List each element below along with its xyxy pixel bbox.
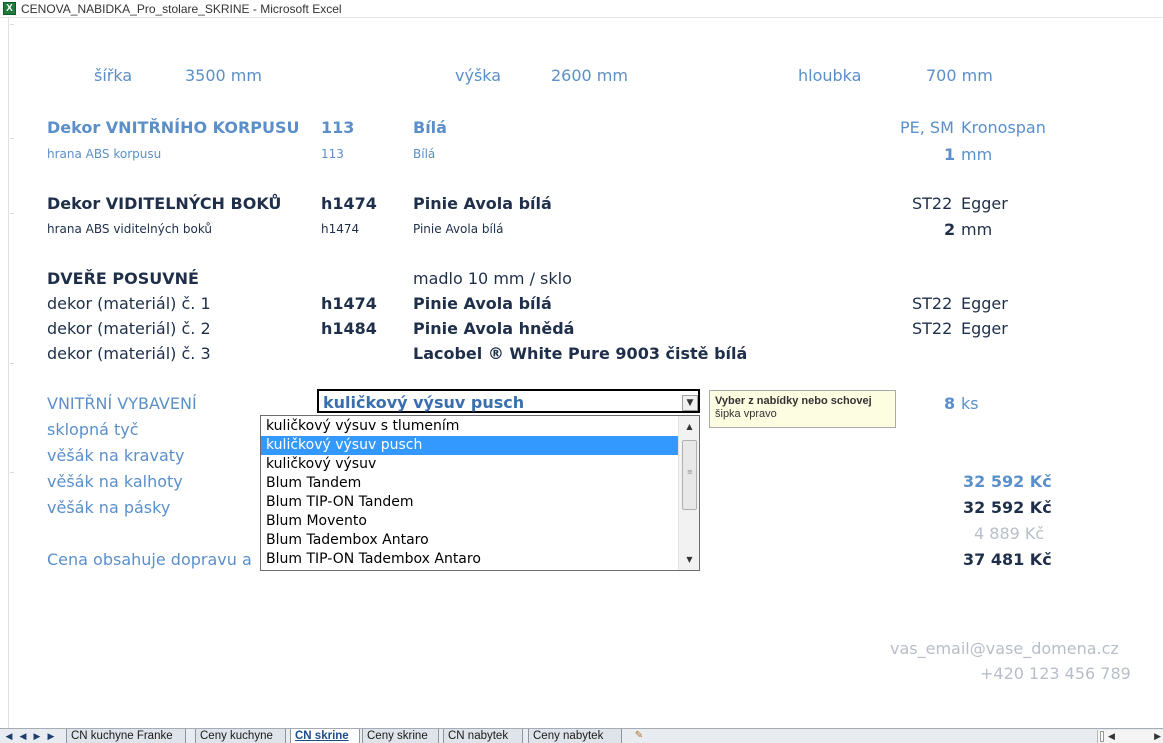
scroll-up-icon[interactable]: ▲ (681, 418, 698, 435)
vybaveni-item-4: věšák na pásky (47, 498, 171, 517)
dvere-row-1-maker: Egger (961, 294, 1008, 313)
korpus-maker: Kronospan (961, 118, 1046, 137)
dropdown-option-selected[interactable]: kuličkový výsuv pusch (261, 436, 678, 455)
depth-value[interactable]: 700 mm (926, 66, 993, 85)
dropdown-scrollbar[interactable]: ▲ ≡ ▼ (678, 416, 699, 570)
title-bar: X CENOVA_NABIDKA_Pro_stolare_SKRINE - Mi… (0, 0, 1163, 18)
vybaveni-item-3: věšák na kalhoty (47, 472, 183, 491)
row-divider (10, 138, 14, 139)
scroll-thumb[interactable]: ≡ (682, 440, 697, 510)
row-divider (10, 24, 14, 25)
tab-ceny-kuchyne[interactable]: Ceny kuchyne (195, 729, 286, 743)
boky-code[interactable]: h1474 (321, 194, 377, 213)
grip-icon: ≡ (687, 468, 693, 476)
first-sheet-icon[interactable]: ◀ (3, 729, 15, 743)
dvere-row-1-type: ST22 (912, 294, 953, 313)
price-3: 4 889 Kč (974, 524, 1045, 543)
dvere-row-3-label: dekor (materiál) č. 3 (47, 344, 211, 363)
boky-edge-unit: mm (961, 220, 993, 239)
dropdown-option[interactable]: Blum TIP-ON Tadembox Antaro (261, 550, 678, 569)
price-2: 32 592 Kč (963, 498, 1052, 517)
sheet-tab-bar: ◀ ◀ ▶ ▶ CN kuchyne Franke Ceny kuchyne C… (0, 728, 1163, 743)
dropdown-option[interactable]: Blum Movento (261, 512, 678, 531)
width-value[interactable]: 3500 mm (185, 66, 262, 85)
dropdown-option[interactable]: Blum TIP-ON Tandem (261, 493, 678, 512)
dvere-row-1-code[interactable]: h1474 (321, 294, 377, 313)
korpus-edge-thickness[interactable]: 1 (944, 145, 955, 164)
dvere-row-3-name: Lacobel ® White Pure 9003 čistě bílá (413, 344, 748, 363)
korpus-label: Dekor VNITŘNÍHO KORPUSU (47, 118, 300, 137)
height-label: výška (455, 66, 502, 85)
row-divider (10, 363, 14, 364)
dvere-row-2-maker: Egger (961, 319, 1008, 338)
vybaveni-item-1: sklopná tyč (47, 420, 139, 439)
horizontal-scrollbar[interactable]: ◀ ▶ (1097, 730, 1163, 743)
scroll-down-icon[interactable]: ▼ (681, 551, 698, 568)
dropdown-arrow-button[interactable]: ▼ (682, 395, 698, 411)
tab-cn-kuchyne-franke[interactable]: CN kuchyne Franke (66, 729, 186, 743)
price-1: 32 592 Kč (963, 472, 1052, 491)
dvere-row-2-code[interactable]: h1484 (321, 319, 377, 338)
input-message-tooltip: Vyber z nabídky nebo schovej šipka vprav… (709, 390, 896, 428)
boky-label: Dekor VIDITELNÝCH BOKŮ (47, 194, 282, 213)
height-value[interactable]: 2600 mm (551, 66, 628, 85)
equipment-select[interactable]: kuličkový výsuv pusch ▼ (317, 389, 700, 413)
width-label: šířka (94, 66, 133, 85)
contact-phone: +420 123 456 789 (980, 664, 1131, 683)
boky-maker: Egger (961, 194, 1008, 213)
dvere-row-2-name: Pinie Avola hnědá (413, 319, 575, 338)
row-divider (10, 472, 14, 473)
insert-sheet-icon[interactable]: ✎ (632, 730, 646, 742)
tooltip-text: šipka vpravo (715, 408, 777, 420)
dropdown-option[interactable]: Blum Tadembox Antaro (261, 531, 678, 550)
last-sheet-icon[interactable]: ▶ (45, 729, 57, 743)
vybaveni-qty-unit: ks (961, 394, 979, 413)
window-title: CENOVA_NABIDKA_Pro_stolare_SKRINE - Micr… (21, 2, 342, 16)
split-handle[interactable] (1100, 731, 1104, 742)
tab-ceny-nabytek[interactable]: Ceny nabytek (528, 729, 622, 743)
tab-cn-skrine[interactable]: CN skrine (290, 729, 360, 743)
price-total: 37 481 Kč (963, 550, 1052, 569)
korpus-type: PE, SM (900, 118, 954, 137)
next-sheet-icon[interactable]: ▶ (31, 729, 43, 743)
scroll-left-icon[interactable]: ◀ (1108, 730, 1115, 743)
boky-edge-code: h1474 (321, 222, 360, 236)
vybaveni-item-2: věšák na kravaty (47, 446, 185, 465)
tab-ceny-skrine[interactable]: Ceny skrine (362, 729, 439, 743)
row-divider (10, 213, 14, 214)
depth-label: hloubka (798, 66, 862, 85)
boky-edge-label: hrana ABS viditelných boků (47, 222, 213, 236)
dvere-label: DVEŘE POSUVNÉ (47, 269, 199, 288)
equipment-dropdown-list[interactable]: kuličkový výsuv s tlumením kuličkový výs… (260, 415, 700, 571)
tab-cn-nabytek[interactable]: CN nabytek (443, 729, 523, 743)
korpus-name: Bílá (413, 118, 447, 137)
dvere-row-1-label: dekor (materiál) č. 1 (47, 294, 211, 313)
vybaveni-qty[interactable]: 8 (944, 394, 955, 413)
boky-edge-thickness[interactable]: 2 (944, 220, 955, 239)
price-note: Cena obsahuje dopravu a (47, 550, 252, 569)
korpus-edge-unit: mm (961, 145, 993, 164)
boky-edge-name: Pinie Avola bílá (413, 222, 504, 236)
dvere-row-2-type: ST22 (912, 319, 953, 338)
korpus-edge-code: 113 (321, 147, 344, 161)
prev-sheet-icon[interactable]: ◀ (17, 729, 29, 743)
contact-email: vas_email@vase_domena.cz (890, 639, 1119, 658)
scroll-right-icon[interactable]: ▶ (1154, 730, 1161, 743)
tooltip-title: Vyber z nabídky nebo schovej (715, 395, 872, 407)
dropdown-option[interactable]: kuličkový výsuv s tlumením (261, 417, 678, 436)
vybaveni-label: VNITŘNÍ VYBAVENÍ (47, 394, 197, 413)
korpus-edge-name: Bílá (413, 147, 436, 161)
excel-app-icon: X (3, 2, 16, 15)
equipment-select-value: kuličkový výsuv pusch (323, 393, 525, 412)
dropdown-option[interactable]: kuličkový výsuv (261, 455, 678, 474)
dvere-row-1-name: Pinie Avola bílá (413, 294, 552, 313)
boky-name: Pinie Avola bílá (413, 194, 552, 213)
dvere-row-2-label: dekor (materiál) č. 2 (47, 319, 211, 338)
korpus-edge-label: hrana ABS korpusu (47, 147, 162, 161)
dvere-handle: madlo 10 mm / sklo (413, 269, 572, 288)
korpus-code[interactable]: 113 (321, 118, 354, 137)
dropdown-option[interactable]: Blum Tandem (261, 474, 678, 493)
boky-type: ST22 (912, 194, 953, 213)
